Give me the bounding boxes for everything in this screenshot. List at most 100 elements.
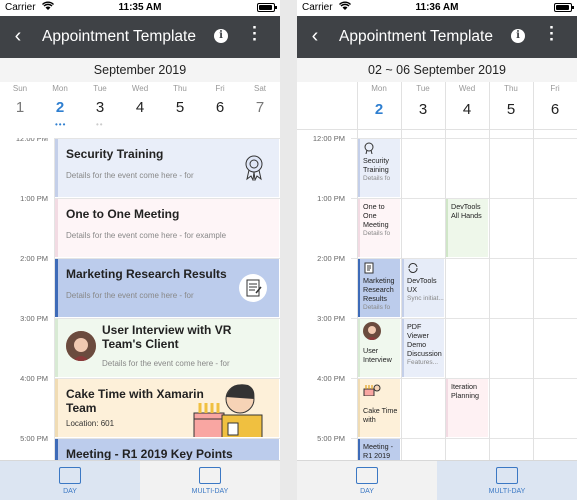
hour-label: 3:00 PM [317, 314, 345, 323]
event-card-security[interactable]: Security Training Details fo [358, 139, 400, 197]
column-divider [357, 82, 358, 130]
day-number: 3 [95, 99, 105, 116]
clock: 11:35 AM [118, 2, 162, 13]
day-number: 4 [135, 99, 145, 116]
day-view-icon [59, 467, 81, 484]
day-cell-thu[interactable]: Thu 5 [160, 84, 200, 134]
event-card[interactable]: User Interview with VR Team's Client Deta… [55, 319, 279, 377]
tab-day[interactable]: DAY [297, 461, 437, 500]
info-icon[interactable]: i [511, 29, 525, 43]
event-title: Marketing Research Results [363, 276, 395, 303]
week-day-strip: Sun 1 Mon 2 Tue 3 Wed 4 Thu 5 Fri 6 Sat 7 ••• •• [0, 82, 280, 138]
day-name: Sun [12, 84, 28, 93]
work-week-header: Mon 2 Tue 3 Wed 4 Thu 5 Fri 6 [297, 82, 577, 130]
event-card-oneToOne[interactable]: One to One Meeting Details fo [358, 199, 400, 257]
event-title: User Interview [363, 346, 392, 364]
tab-day-label: DAY [63, 488, 77, 495]
day-column-header-wed[interactable]: Wed 4 [445, 84, 489, 128]
event-title: One to One Meeting [363, 202, 389, 229]
bottom-tab-bar: DAY MULTI-DAY [0, 460, 280, 500]
hour-label: 1:00 PM [20, 194, 48, 203]
day-number: 2 [55, 99, 65, 116]
day-number: 7 [255, 99, 265, 116]
day-name: Wed [458, 84, 476, 93]
day-name: Fri [550, 84, 560, 93]
cake-icon [363, 382, 381, 397]
day-cell-wed[interactable]: Wed 4 [120, 84, 160, 134]
more-options-icon[interactable]: · · · [250, 19, 260, 48]
hour-label: 5:00 PM [20, 434, 48, 443]
event-details: Details for the event come here - for [66, 291, 194, 300]
battery-icon [257, 3, 277, 12]
day-number: 4 [462, 101, 472, 118]
day-column-header-fri[interactable]: Fri 6 [533, 84, 577, 128]
day-name: Mon [371, 84, 387, 93]
day-number: 6 [550, 101, 560, 118]
hour-label: 1:00 PM [317, 194, 345, 203]
event-card-pdf[interactable]: PDF Viewer Demo Discussion Features... [402, 319, 444, 377]
day-name: Tue [416, 84, 430, 93]
event-title: Security Training [66, 147, 164, 161]
day-number: 1 [15, 99, 25, 116]
hour-label: 2:00 PM [317, 254, 345, 263]
battery-icon [554, 3, 574, 12]
event-details: Location: 601 [66, 419, 115, 428]
page-title: Appointment Template [339, 28, 493, 45]
day-cell-sun[interactable]: Sun 1 [0, 84, 40, 134]
day-column-header-mon[interactable]: Mon 2 [357, 84, 401, 128]
column-divider [533, 82, 534, 130]
day-cell-sat[interactable]: Sat 7 [240, 84, 280, 134]
event-details: Details fo [363, 175, 391, 182]
day-number: 6 [215, 99, 225, 116]
event-card[interactable]: Security Training Details for the event c… [55, 139, 279, 197]
day-column-header-tue[interactable]: Tue 3 [401, 84, 445, 128]
day-name: Thu [504, 84, 518, 93]
hour-label: 4:00 PM [20, 374, 48, 383]
more-options-icon[interactable]: · · · [547, 19, 557, 48]
event-card[interactable]: Cake Time with Xamarin Team Location: 601 [55, 379, 279, 437]
hour-label: 4:00 PM [317, 374, 345, 383]
day-view-screen: Carrier 11:35 AM ‹ Appointment Template … [0, 0, 280, 500]
back-arrow-icon[interactable]: ‹ [307, 25, 323, 48]
back-arrow-icon[interactable]: ‹ [10, 25, 26, 48]
tab-day[interactable]: DAY [0, 461, 140, 500]
event-card[interactable]: Meeting - R1 2019 Key Points [55, 439, 279, 460]
event-card-marketing[interactable]: Marketing Research Results Details fo [358, 259, 400, 317]
event-card-devtools_ux[interactable]: DevTools UX Sync initiat... [402, 259, 444, 317]
day-number: 5 [175, 99, 185, 116]
day-column-header-thu[interactable]: Thu 5 [489, 84, 533, 128]
info-icon[interactable]: i [214, 29, 228, 43]
award-badge-icon [244, 155, 264, 182]
avatar [66, 331, 96, 361]
event-card[interactable]: One to One Meeting Details for the event … [55, 199, 279, 257]
event-card-user_interview[interactable]: User Interview [358, 319, 400, 377]
tab-multi-day[interactable]: MULTI-DAY [140, 461, 280, 500]
event-card-devtools_all[interactable]: DevTools All Hands [446, 199, 488, 257]
day-view-icon [356, 467, 378, 484]
day-name: Fri [215, 84, 225, 93]
day-number: 3 [418, 101, 428, 118]
event-title: Security Training [363, 156, 389, 174]
tab-multi-day-label: MULTI-DAY [488, 488, 526, 495]
event-title: PDF Viewer Demo Discussion [407, 322, 442, 358]
event-details: Details for the event come here - for [66, 171, 194, 180]
day-cell-fri[interactable]: Fri 6 [200, 84, 240, 134]
event-title: DevTools UX [407, 276, 437, 294]
multi-day-view-screen: Carrier 11:36 AM ‹ Appointment Template … [297, 0, 577, 500]
hour-label: 5:00 PM [317, 434, 345, 443]
event-title: Iteration Planning [451, 382, 479, 400]
event-card-meeting_r1[interactable]: Meeting - R1 2019 [358, 439, 400, 460]
event-title: User Interview with VR Team's Client [102, 323, 232, 351]
event-card-iteration[interactable]: Iteration Planning [446, 379, 488, 437]
day-name: Thu [173, 84, 187, 93]
page-title: Appointment Template [42, 28, 196, 45]
column-divider [401, 82, 402, 130]
event-card[interactable]: Marketing Research Results Details for th… [55, 259, 279, 317]
day-timeline: 12:00 PM 1:00 PM 2:00 PM 3:00 PM 4:00 PM 5:00… [0, 138, 280, 460]
tab-multi-day[interactable]: MULTI-DAY [437, 461, 577, 500]
day-name: Wed [131, 84, 149, 93]
event-card-cake[interactable]: Cake Time with [358, 379, 400, 437]
status-bar: Carrier 11:35 AM [0, 0, 280, 16]
day-name: Sat [253, 84, 266, 93]
event-details: Details fo [363, 304, 391, 311]
